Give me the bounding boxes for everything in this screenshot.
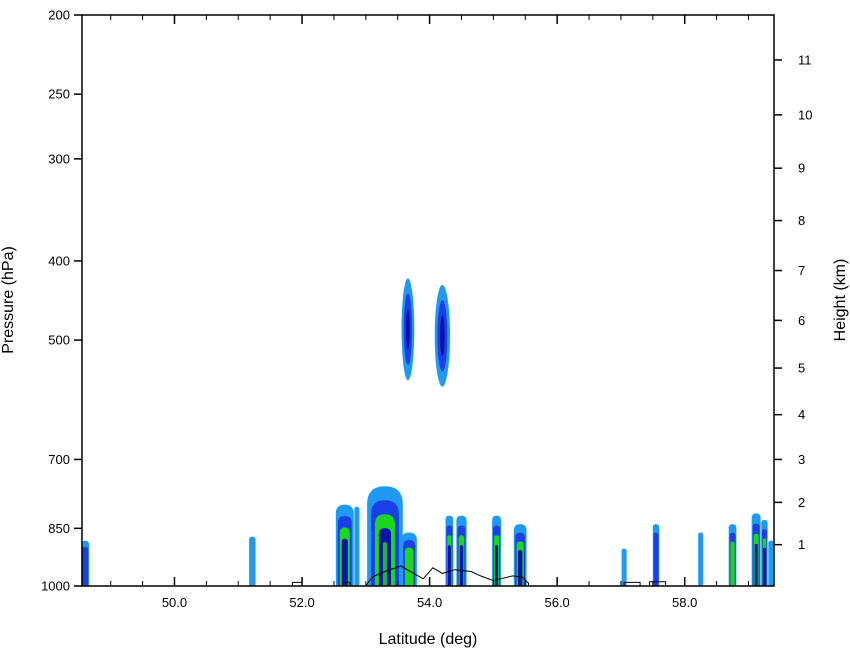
height-tick-label: 7 bbox=[798, 263, 805, 278]
height-tick-label: 3 bbox=[798, 452, 805, 467]
y-axis-title: Pressure (hPa) bbox=[0, 246, 17, 354]
y-axis-right: 1 2 3 4 5 6 7 8 9 10 11 bbox=[774, 52, 812, 552]
y-tick-label: 500 bbox=[48, 333, 70, 348]
contour-cell bbox=[653, 532, 659, 586]
y-tick-label: 1000 bbox=[41, 579, 70, 594]
contour-cell-upper bbox=[440, 315, 445, 357]
y-tick-label: 300 bbox=[48, 151, 70, 166]
y2-axis-title: Height (km) bbox=[832, 259, 849, 342]
x-axis-title: Latitude (deg) bbox=[379, 631, 478, 648]
y-axis-left: 200 250 300 400 500 700 850 1000 bbox=[41, 8, 82, 594]
contour-cell bbox=[698, 532, 704, 586]
height-tick-label: 2 bbox=[798, 495, 805, 510]
contour-cell bbox=[621, 548, 627, 586]
contour-cell bbox=[404, 547, 414, 586]
contour-cell bbox=[768, 540, 774, 586]
contour-cell bbox=[754, 543, 758, 586]
contour-cell bbox=[517, 550, 523, 586]
x-tick-label: 52.0 bbox=[289, 595, 314, 610]
height-tick-label: 4 bbox=[798, 407, 805, 422]
contour-cell-upper bbox=[405, 308, 410, 350]
contour-layer bbox=[81, 278, 774, 586]
contour-cell bbox=[447, 545, 451, 586]
contour-cell bbox=[354, 506, 360, 586]
y-tick-label: 850 bbox=[48, 521, 70, 536]
x-tick-label: 58.0 bbox=[672, 595, 697, 610]
x-tick-label: 50.0 bbox=[162, 595, 187, 610]
height-tick-label: 10 bbox=[798, 107, 812, 122]
cross-section-chart: 50.0 52.0 54.0 56.0 58.0 200 250 300 400 500 700 8… bbox=[0, 8, 849, 649]
contour-cell bbox=[730, 541, 735, 586]
height-tick-label: 5 bbox=[798, 361, 805, 376]
plot-frame bbox=[81, 14, 775, 587]
y-tick-label: 700 bbox=[48, 452, 70, 467]
y-tick-label: 200 bbox=[48, 8, 70, 23]
height-tick-label: 11 bbox=[798, 52, 812, 67]
height-tick-label: 1 bbox=[798, 537, 805, 552]
contour-cell bbox=[382, 542, 388, 586]
contour-cell bbox=[341, 538, 348, 586]
contour-cell bbox=[459, 545, 464, 586]
height-tick-label: 9 bbox=[798, 161, 805, 176]
x-tick-label: 56.0 bbox=[544, 595, 569, 610]
y-tick-label: 250 bbox=[48, 87, 70, 102]
height-tick-label: 8 bbox=[798, 213, 805, 228]
x-tick-label: 54.0 bbox=[417, 595, 442, 610]
contour-cell bbox=[249, 536, 256, 586]
contour-cell bbox=[762, 547, 766, 586]
contour-cell bbox=[82, 546, 89, 586]
height-tick-label: 6 bbox=[798, 313, 805, 328]
y-tick-label: 400 bbox=[48, 253, 70, 268]
x-axis: 50.0 52.0 54.0 56.0 58.0 bbox=[110, 15, 749, 610]
